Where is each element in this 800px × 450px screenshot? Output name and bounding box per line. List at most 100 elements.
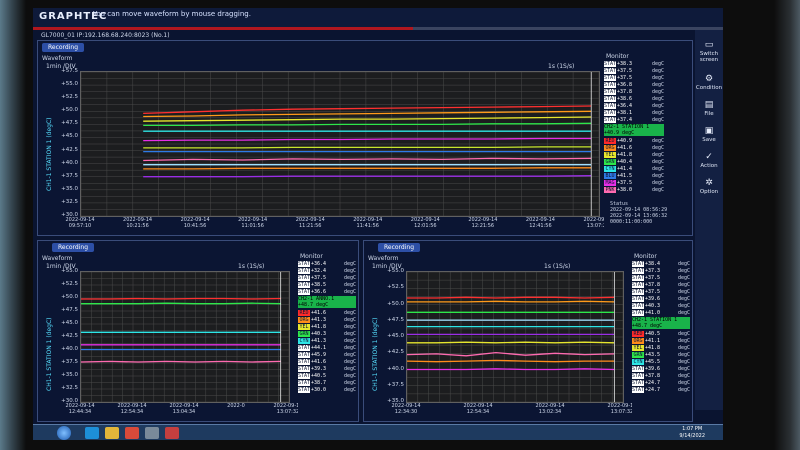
y-tick-label: +35.0	[61, 185, 78, 192]
clock-date: 9/14/2022	[679, 433, 705, 439]
tray-clock[interactable]: 1:07 PM 9/14/2022	[679, 426, 705, 440]
screen: GRAPHTEC You can move waveform by mouse …	[33, 8, 723, 440]
monitor-row[interactable]: GRN +43.5 degC	[632, 352, 690, 358]
monitor-row[interactable]: ORG +41.6 degC	[604, 145, 664, 151]
monitor-row[interactable]: STATION+39.6 degC	[632, 366, 690, 372]
monitor-row[interactable]: BLU +41.5 degC	[604, 173, 664, 179]
channel-value: +41.8	[645, 345, 661, 351]
channel-name: STATION	[298, 387, 310, 393]
file-button[interactable]: ▤ File	[695, 100, 723, 117]
monitor-row[interactable]: ORG +41.3 degC	[298, 317, 356, 323]
waveform-plot[interactable]	[406, 271, 624, 403]
monitor-row[interactable]: YEL +41.8 degC	[632, 345, 690, 351]
condition-icon: ⚙	[704, 74, 714, 84]
channel-unit: degC	[343, 380, 356, 386]
channel-unit: degC	[343, 310, 356, 316]
monitor-row[interactable]: RED +41.6 degC	[298, 310, 356, 316]
channel-unit: degC	[651, 110, 664, 116]
monitor-row[interactable]: STATION+38.3 degC	[604, 61, 664, 67]
monitor-row[interactable]: STATION+32.4 degC	[298, 268, 356, 274]
monitor-row[interactable]: STATION+36.4 degC	[298, 261, 356, 267]
monitor-row[interactable]: STATION+37.3 degC	[632, 268, 690, 274]
monitor-row[interactable]: GRN +40.4 degC	[604, 159, 664, 165]
taskbar-app-explorer[interactable]	[105, 427, 119, 439]
selected-channel[interactable]: CH2-1 STATION 1 +40.9 degC	[604, 124, 664, 136]
taskbar-app-graphtec[interactable]	[165, 427, 179, 439]
channel-unit: degC	[677, 387, 690, 393]
monitor-row[interactable]: STATION+37.8 degC	[632, 373, 690, 379]
x-tick-label: 2022-09-14 11:01:56	[233, 217, 273, 229]
channel-value: +37.5	[617, 68, 633, 74]
start-button[interactable]	[57, 426, 71, 440]
channel-name: STATION	[604, 61, 616, 67]
monitor-row[interactable]: CYN +45.5 degC	[632, 359, 690, 365]
channel-value: +41.0	[645, 310, 661, 316]
selected-channel[interactable]: CH2-1 ANNO.1 +48.7 degC	[298, 296, 356, 308]
waveform-plot[interactable]	[80, 71, 600, 217]
taskbar-app-utility[interactable]	[145, 427, 159, 439]
waveform-chart[interactable]	[406, 271, 624, 403]
monitor-row[interactable]: STATION+37.5 degC	[604, 68, 664, 74]
monitor-row[interactable]: STATION+37.5 degC	[298, 275, 356, 281]
monitor-row[interactable]: STATION+38.5 degC	[298, 282, 356, 288]
monitor-row[interactable]: CYN +41.3 degC	[298, 338, 356, 344]
monitor-row[interactable]: YEL +41.8 degC	[604, 152, 664, 158]
monitor-row[interactable]: STATION+45.9 degC	[298, 352, 356, 358]
monitor-row[interactable]: STATION+30.0 degC	[298, 387, 356, 393]
monitor-row[interactable]: STATION+39.3 degC	[298, 366, 356, 372]
channel-name: STATION	[632, 282, 644, 288]
monitor-row[interactable]: STATION+37.5 degC	[632, 275, 690, 281]
waveform-chart[interactable]	[80, 71, 600, 217]
waveform-chart[interactable]	[80, 271, 290, 403]
recording-button[interactable]: Recording	[378, 243, 421, 252]
option-button[interactable]: ✲ Option	[695, 178, 723, 195]
recording-button[interactable]: Recording	[42, 43, 85, 52]
monitor-row[interactable]: STATION+40.3 degC	[632, 303, 690, 309]
monitor-row[interactable]: STATION+41.0 degC	[632, 310, 690, 316]
monitor-row[interactable]: STATION+37.8 degC	[604, 89, 664, 95]
monitor-row[interactable]: MAG +37.5 degC	[604, 180, 664, 186]
channel-name: ORG	[632, 338, 644, 344]
monitor-row[interactable]: RED +40.5 degC	[632, 331, 690, 337]
monitor-row[interactable]: STATION+44.1 degC	[298, 345, 356, 351]
monitor-row[interactable]: PNK +38.0 degC	[604, 187, 664, 193]
channel-unit: degC	[677, 373, 690, 379]
switch-screen-button[interactable]: ▭ Switch screen	[695, 40, 723, 63]
monitor-row[interactable]: STATION+38.1 degC	[604, 110, 664, 116]
recording-button[interactable]: Recording	[52, 243, 95, 252]
monitor-panel: Monitor STATION+38.4degCSTATION+37.3degC…	[632, 253, 690, 421]
monitor-row[interactable]: STATION+38.7 degC	[298, 380, 356, 386]
monitor-row[interactable]: STATION+36.6 degC	[298, 289, 356, 295]
monitor-row[interactable]: STATION+38.4 degC	[632, 261, 690, 267]
monitor-row[interactable]: STATION+37.4 degC	[604, 117, 664, 123]
monitor-row[interactable]: STATION+36.4 degC	[604, 103, 664, 109]
selected-channel[interactable]: CH2-1 STATION 1 +48.7 degC	[632, 317, 690, 329]
monitor-row[interactable]: STATION+37.5 degC	[632, 289, 690, 295]
channel-name: STATION	[604, 96, 616, 102]
channel-unit: degC	[343, 289, 356, 295]
condition-button[interactable]: ⚙ Condition	[695, 74, 723, 91]
taskbar-app-chrome[interactable]	[125, 427, 139, 439]
monitor-row[interactable]: RED +40.9 degC	[604, 138, 664, 144]
monitor-row[interactable]: CYN +41.4 degC	[604, 166, 664, 172]
monitor-row[interactable]: STATION+24.7 degC	[632, 380, 690, 386]
waveform-plot[interactable]	[80, 271, 290, 403]
monitor-row[interactable]: STATION+38.6 degC	[604, 96, 664, 102]
channel-unit: degC	[651, 82, 664, 88]
monitor-row[interactable]: ORG +41.1 degC	[632, 338, 690, 344]
monitor-row[interactable]: STATION+37.8 degC	[632, 282, 690, 288]
monitor-row[interactable]: STATION+39.6 degC	[632, 296, 690, 302]
channel-unit: degC	[343, 275, 356, 281]
monitor-row[interactable]: STATION+40.5 degC	[298, 373, 356, 379]
monitor-row[interactable]: STATION+36.8 degC	[604, 82, 664, 88]
save-button[interactable]: ▣ Save	[695, 126, 723, 143]
monitor-row[interactable]: STATION+41.6 degC	[298, 359, 356, 365]
y-tick-label: +52.5	[61, 281, 78, 287]
monitor-row[interactable]: STATION+37.5 degC	[604, 75, 664, 81]
action-button[interactable]: ✓ Action	[695, 152, 723, 169]
monitor-row[interactable]: YEL +41.8 degC	[298, 324, 356, 330]
series-line-0	[407, 296, 615, 299]
monitor-row[interactable]: STATION+24.7 degC	[632, 387, 690, 393]
taskbar-app-ie[interactable]	[85, 427, 99, 439]
monitor-row[interactable]: GRN +40.3 degC	[298, 331, 356, 337]
